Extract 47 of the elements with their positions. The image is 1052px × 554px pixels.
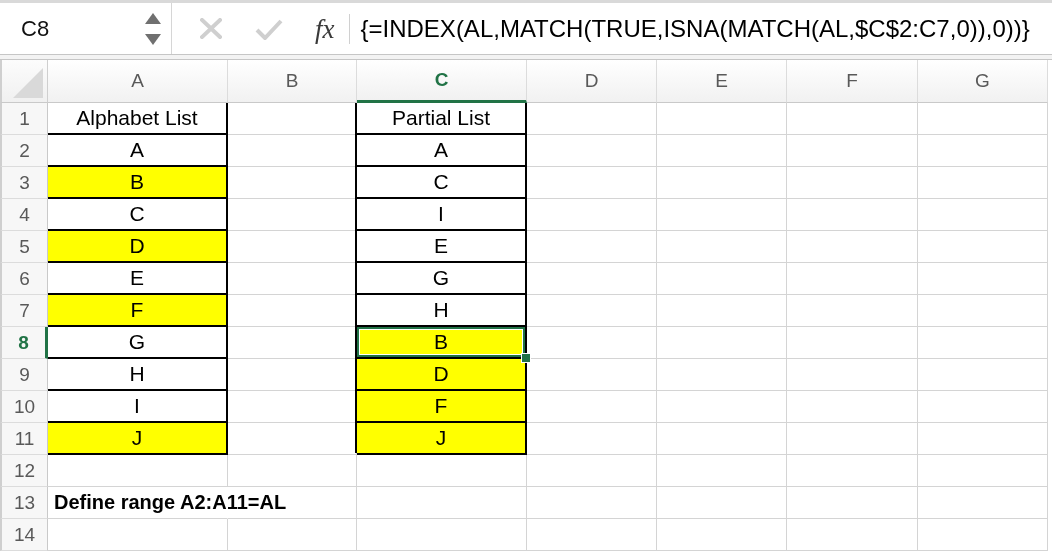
row-header[interactable]: 8	[0, 327, 48, 359]
column-header[interactable]: G	[918, 60, 1048, 103]
row-header[interactable]: 4	[0, 199, 48, 231]
row-header[interactable]: 11	[0, 423, 48, 455]
triangle-icon[interactable]	[13, 68, 43, 98]
row-header[interactable]: 3	[0, 167, 48, 199]
cross-icon[interactable]	[200, 18, 222, 39]
table-cell: F	[357, 391, 527, 423]
select-all-button[interactable]	[0, 60, 48, 103]
row-header[interactable]: 14	[0, 519, 48, 551]
row-header[interactable]: 12	[0, 455, 48, 487]
row-header[interactable]: 10	[0, 391, 48, 423]
insert-function-button[interactable]: fx	[315, 13, 335, 44]
note-text: Define range A2:A11=AL	[54, 491, 287, 514]
column-header[interactable]: C	[357, 60, 527, 103]
formula-field[interactable]: {=INDEX(AL,MATCH(TRUE,ISNA(MATCH(AL,$C$2:C7,0)),0))}	[360, 14, 1052, 43]
table-cell: Partial List	[357, 103, 527, 135]
column-header[interactable]: D	[527, 60, 657, 103]
table-cell: J	[357, 423, 527, 455]
table-cell: B	[48, 167, 228, 199]
table-cell: H	[48, 359, 228, 391]
row-header[interactable]: 1	[0, 103, 48, 135]
table-cell: A	[357, 135, 527, 167]
column-header[interactable]: B	[228, 60, 357, 103]
table-cell: G	[48, 327, 228, 359]
checkmark-icon[interactable]	[255, 17, 283, 40]
column-header[interactable]: A	[48, 60, 228, 103]
table-cell: D	[48, 231, 228, 263]
table-cell: E	[357, 231, 527, 263]
table-cell: D	[357, 359, 527, 391]
row-header[interactable]: 7	[0, 295, 48, 327]
table-cell: G	[357, 263, 527, 295]
table-cell: J	[48, 423, 228, 455]
name-box[interactable]: C8	[21, 15, 50, 42]
row-header[interactable]: 9	[0, 359, 48, 391]
row-header[interactable]: 2	[0, 135, 48, 167]
column-header[interactable]: E	[657, 60, 787, 103]
fill-handle[interactable]	[521, 353, 531, 363]
row-header[interactable]: 6	[0, 263, 48, 295]
column-header[interactable]: F	[787, 60, 918, 103]
table-cell: C	[357, 167, 527, 199]
up-down-arrows-icon[interactable]	[145, 12, 161, 45]
row-header[interactable]: 5	[0, 231, 48, 263]
row-header[interactable]: 13	[0, 487, 48, 519]
table-cell: Alphabet List	[48, 103, 228, 135]
table-cell: F	[48, 295, 228, 327]
table-cell: I	[357, 199, 527, 231]
